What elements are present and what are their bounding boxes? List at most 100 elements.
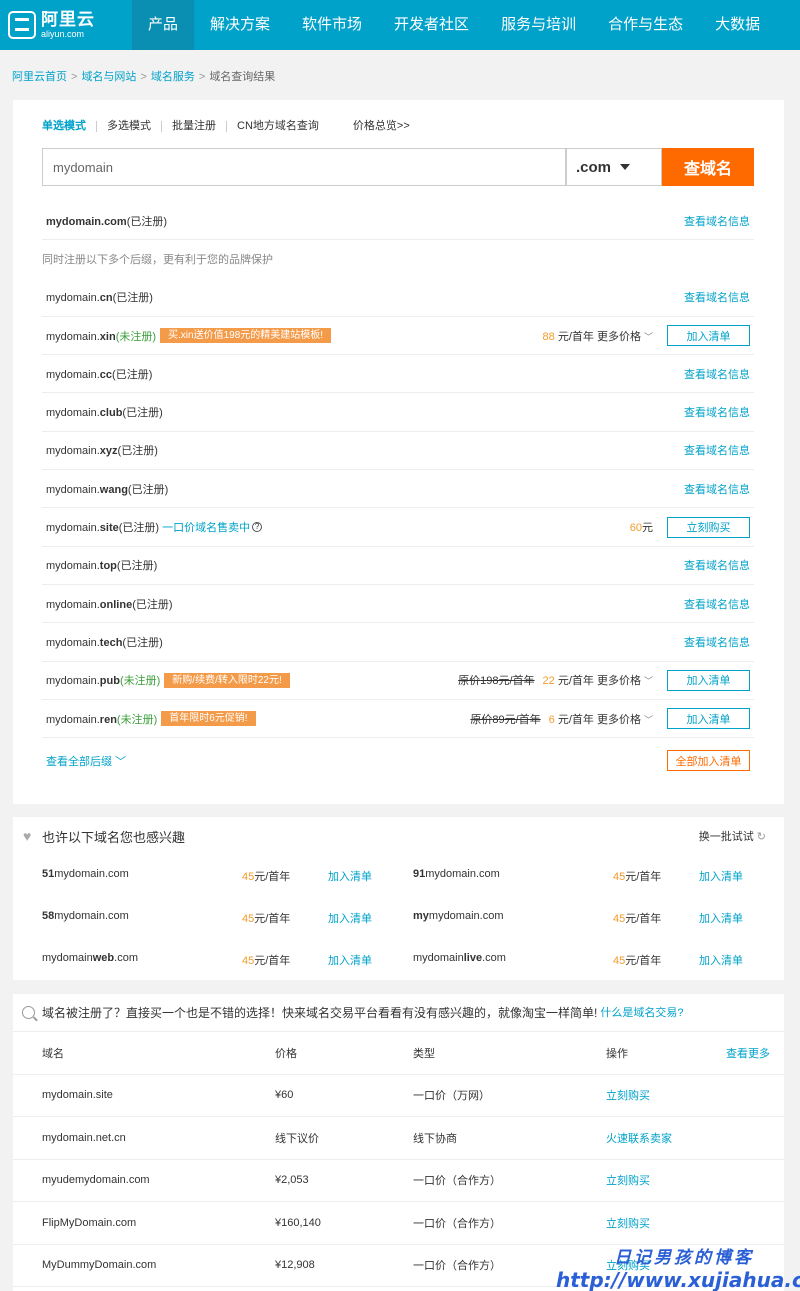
buy-now-link[interactable]: 立刻购买 (606, 1087, 726, 1103)
domain-status: (已注册) (112, 368, 153, 381)
list-item: mydomain.tech(已注册) 查看域名信息 (42, 623, 754, 662)
view-domain-info-link[interactable]: 查看域名信息 (684, 634, 750, 650)
watermark-title: 日记男孩的博客 (614, 1248, 754, 1267)
refresh-icon: ↻ (756, 831, 766, 843)
domain-status: (已注册) (132, 598, 173, 611)
table-row: FlipMyDomain.com ¥160,140 一口价（合作方） 立刻购买 (13, 1202, 784, 1245)
list-item: mydomain.ren(未注册) 首年限时6元促销! 原价89元/首年 6 元/… (42, 700, 754, 739)
nav-item-solutions[interactable]: 解决方案 (194, 0, 286, 50)
question-icon[interactable]: ? (252, 522, 263, 533)
domain-status: (已注册) (127, 483, 169, 496)
buy-now-button[interactable]: 立刻购买 (667, 516, 750, 538)
add-to-cart-link[interactable]: 加入清单 (328, 952, 372, 968)
list-item: mydomain.top(已注册) 查看域名信息 (42, 547, 754, 585)
tab-cn-local-query[interactable]: CN地方域名查询 (226, 121, 329, 132)
nav-item-partners[interactable]: 合作与生态 (592, 0, 699, 50)
domain-name: mydomain.com (46, 215, 127, 228)
domain-results-list: mydomain.com(已注册) 查看域名信息 同时注册以下多个后缀，更有利于… (42, 202, 754, 739)
suffix-select-value: .com (576, 158, 612, 176)
list-item: mydomain.club(已注册) 查看域名信息 (42, 393, 754, 432)
list-item: 51mydomain.com 45元/首年 加入清单 (42, 868, 372, 884)
breadcrumb-home[interactable]: 阿里云首页 (12, 71, 67, 83)
interest-header: ♥ 也许以下域名您也感兴趣 换一批试试 ↻ (13, 817, 784, 855)
price-info[interactable]: 88 元/首年 更多价格 ﹀ (543, 328, 653, 344)
price-info[interactable]: 原价198元/首年 22 元/首年 更多价格 ﹀ (458, 672, 653, 688)
list-item: mydomain.xyz(已注册) 查看域名信息 (42, 432, 754, 471)
domain-status: (已注册) (112, 292, 153, 305)
breadcrumb-domain-service[interactable]: 域名服务 (151, 71, 195, 83)
aliyun-logo-icon (8, 11, 36, 39)
promo-badge: 买.xin送价值198元的精美建站模板! (160, 328, 332, 344)
logo-text-cn: 阿里云 (41, 10, 95, 29)
list-item: mydomain.xin(未注册) 买.xin送价值198元的精美建站模板! 8… (42, 317, 754, 356)
add-all-to-cart-button[interactable]: 全部加入清单 (667, 750, 750, 771)
nav-item-software-market[interactable]: 软件市场 (286, 0, 378, 50)
domain-status: (已注册) (118, 522, 160, 535)
list-item: mydomain.online(已注册) 查看域名信息 (42, 585, 754, 624)
list-item: mydomainweb.com 45元/首年 加入清单 (42, 952, 372, 968)
add-to-cart-link[interactable]: 加入清单 (328, 868, 372, 884)
tab-multi-mode[interactable]: 多选模式 (96, 121, 161, 132)
nav-item-service-training[interactable]: 服务与培训 (485, 0, 592, 50)
interest-list: 51mydomain.com 45元/首年 加入清单 91mydomain.co… (42, 855, 784, 981)
view-domain-info-link[interactable]: 查看域名信息 (684, 404, 750, 420)
caret-down-icon (620, 164, 631, 170)
tab-single-mode[interactable]: 单选模式 (42, 121, 96, 132)
domain-status: (未注册) (116, 713, 158, 726)
domain-status: (未注册) (115, 330, 157, 343)
add-to-cart-link[interactable]: 加入清单 (328, 910, 372, 926)
price-info: 60元 (629, 522, 653, 535)
trade-title: 域名被注册了？直接买一个也是不错的选择！快来域名交易平台看看有没有感兴趣的，就像… (42, 1005, 598, 1020)
nav-item-products[interactable]: 产品 (132, 0, 195, 50)
domain-status: (已注册) (116, 560, 158, 573)
nav-item-bigdata[interactable]: 大数据 (699, 0, 776, 50)
view-all-suffixes-link[interactable]: 查看全部后缀 ﹀ (46, 753, 126, 769)
list-item: mydomainlive.com 45元/首年 加入清单 (413, 952, 743, 968)
add-to-cart-button[interactable]: 加入清单 (667, 669, 750, 691)
interest-card: ♥ 也许以下域名您也感兴趣 换一批试试 ↻ 51mydomain.com 45元/… (13, 817, 784, 980)
view-domain-info-link[interactable]: 查看域名信息 (684, 366, 750, 382)
fixed-price-sale-link[interactable]: 一口价域名售卖中 (162, 519, 250, 535)
contact-seller-link[interactable]: 火速联系卖家 (606, 1130, 726, 1146)
view-domain-info-link[interactable]: 查看域名信息 (684, 557, 750, 573)
refresh-suggestions-button[interactable]: 换一批试试 ↻ (699, 828, 766, 844)
domain-status: (未注册) (119, 675, 161, 688)
tab-batch-register[interactable]: 批量注册 (161, 121, 226, 132)
add-to-cart-link[interactable]: 加入清单 (699, 868, 743, 884)
view-more-link[interactable]: 查看更多 (726, 1045, 770, 1061)
view-domain-info-link[interactable]: 查看域名信息 (684, 442, 750, 458)
breadcrumb-domain-web[interactable]: 域名与网站 (81, 71, 136, 83)
domain-status: (已注册) (126, 215, 168, 228)
top-navigation: 阿里云 aliyun.com 产品 解决方案 软件市场 开发者社区 服务与培训 … (0, 0, 800, 50)
search-domain-button[interactable]: 查域名 (662, 148, 754, 186)
price-overview-link[interactable]: 价格总览>> (343, 121, 420, 132)
what-is-trade-link[interactable]: 什么是域名交易? (600, 1004, 683, 1020)
domain-status: (已注册) (117, 445, 158, 458)
search-icon (22, 1005, 35, 1019)
buy-now-link[interactable]: 立刻购买 (606, 1215, 726, 1231)
chevron-down-icon: ﹀ (643, 676, 653, 687)
domain-search-input[interactable]: mydomain (42, 148, 567, 186)
nav-item-developer-community[interactable]: 开发者社区 (378, 0, 485, 50)
add-to-cart-link[interactable]: 加入清单 (699, 910, 743, 926)
view-domain-info-link[interactable]: 查看域名信息 (684, 213, 750, 229)
view-domain-info-link[interactable]: 查看域名信息 (684, 289, 750, 305)
list-item-primary: mydomain.com(已注册) 查看域名信息 (42, 202, 754, 241)
chevron-down-icon: ﹀ (115, 756, 127, 768)
trade-header: 域名被注册了？直接买一个也是不错的选择！快来域名交易平台看看有没有感兴趣的，就像… (13, 994, 784, 1030)
add-to-cart-link[interactable]: 加入清单 (699, 952, 743, 968)
list-item: mydomain.pub(未注册) 新购/续费/转入限时22元! 原价198元/… (42, 662, 754, 700)
view-domain-info-link[interactable]: 查看域名信息 (684, 596, 750, 612)
watermark-url: http://www.xujiahua.com (556, 1268, 800, 1291)
heart-icon: ♥ (23, 828, 32, 844)
add-to-cart-button[interactable]: 加入清单 (667, 325, 750, 347)
add-to-cart-button[interactable]: 加入清单 (667, 708, 750, 729)
view-domain-info-link[interactable]: 查看域名信息 (684, 481, 750, 497)
suffix-select[interactable]: .com (565, 148, 662, 186)
price-info[interactable]: 原价89元/首年 6 元/首年 更多价格 ﹀ (470, 711, 653, 727)
list-item: mydomain.wang(已注册) 查看域名信息 (42, 470, 754, 509)
buy-now-link[interactable]: 立刻购买 (606, 1172, 726, 1188)
search-mode-tabs: 单选模式 多选模式 批量注册 CN地方域名查询 价格总览>> (42, 121, 420, 132)
aliyun-logo[interactable]: 阿里云 aliyun.com (0, 0, 110, 50)
breadcrumb-current: 域名查询结果 (209, 71, 276, 83)
